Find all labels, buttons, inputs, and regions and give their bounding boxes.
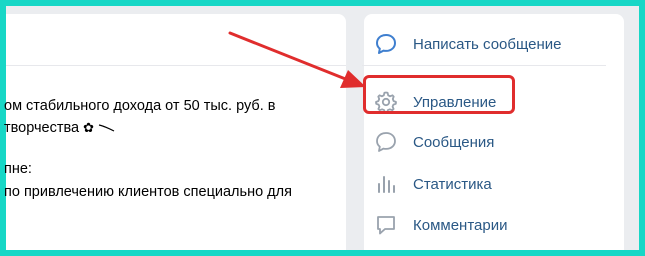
sidebar-item-messages[interactable]: Сообщения xyxy=(372,127,494,157)
sidebar-item-label: Управление xyxy=(413,93,497,111)
message-icon xyxy=(372,128,400,156)
post-text-line-4: по привлечению клиентов специально для xyxy=(4,184,292,200)
sidebar-item-comments[interactable]: Комментарии xyxy=(372,210,507,240)
post-text-line-3: пне: xyxy=(4,161,32,177)
bar-chart-icon xyxy=(372,170,400,198)
sidebar-item-statistics[interactable]: Статистика xyxy=(372,169,492,199)
sidebar-item-label: Сообщения xyxy=(413,133,495,151)
sidebar-item-label: Написать сообщение xyxy=(413,35,562,53)
gear-icon xyxy=(372,88,400,116)
sidebar-item-label: Статистика xyxy=(413,175,492,193)
sidebar-item-write-message[interactable]: Написать сообщение xyxy=(372,29,562,59)
sidebar-item-manage[interactable]: Управление xyxy=(372,87,496,117)
post-text-line-1: ом стабильного дохода от 50 тыс. руб. в xyxy=(4,98,276,114)
post-header-divider xyxy=(6,65,346,66)
comment-icon xyxy=(372,211,400,239)
post-text-line-2-label: творчества xyxy=(4,120,80,136)
squiggle-icon xyxy=(98,124,115,132)
flower-icon: ✿ xyxy=(83,120,95,135)
sidebar-divider xyxy=(362,65,606,66)
sidebar-item-label: Комментарии xyxy=(413,216,508,234)
post-text-line-2: творчества ✿ xyxy=(4,120,116,136)
speech-bubble-icon xyxy=(372,30,400,58)
